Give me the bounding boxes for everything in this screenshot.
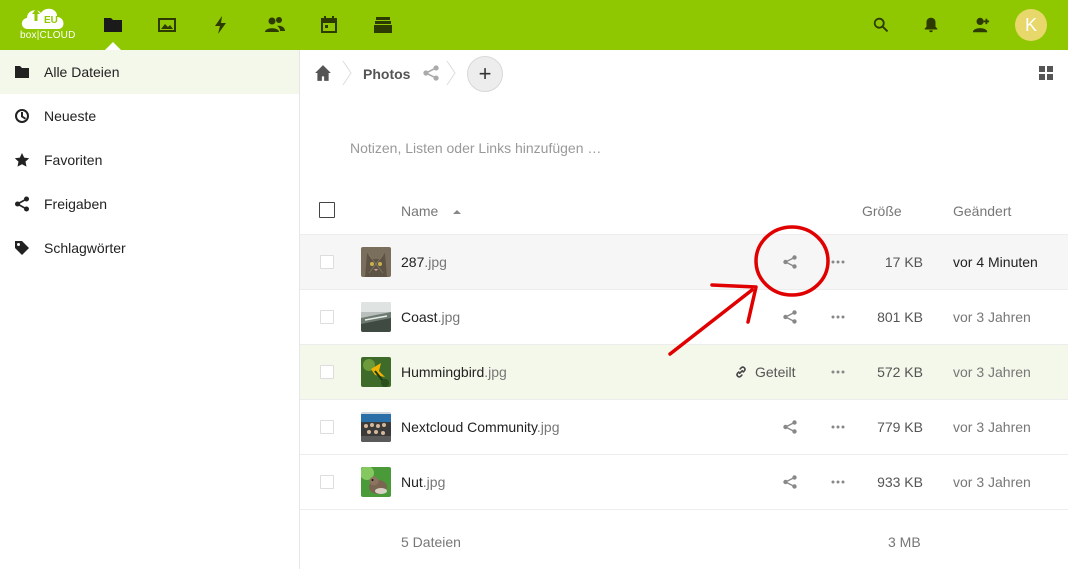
- table-row[interactable]: Coast.jpg 801 KB vor 3 Jahren: [300, 290, 1068, 345]
- tag-icon: [13, 239, 31, 257]
- sidebar-item-label: Favoriten: [44, 152, 103, 168]
- notes-input[interactable]: Notizen, Listen oder Links hinzufügen …: [350, 140, 601, 156]
- user-avatar[interactable]: K: [1015, 9, 1047, 41]
- file-size: 572 KB: [877, 364, 923, 380]
- more-options-icon[interactable]: [830, 419, 846, 435]
- more-options-icon[interactable]: [830, 474, 846, 490]
- share-icon[interactable]: [782, 254, 798, 270]
- app-photos[interactable]: [154, 12, 180, 38]
- sidebar-item-recent[interactable]: Neueste: [0, 94, 299, 138]
- more-options-icon[interactable]: [830, 254, 846, 270]
- more-options-icon[interactable]: [830, 364, 846, 380]
- cloud-logo-icon: EU: [21, 8, 64, 29]
- table-row[interactable]: 287.jpg 17 KB vor 4 Minuten: [300, 235, 1068, 290]
- column-header-name[interactable]: Name: [401, 203, 462, 219]
- home-icon[interactable]: [314, 64, 332, 82]
- column-header-size[interactable]: Größe: [862, 203, 902, 219]
- table-row[interactable]: Hummingbird.jpg Geteilt 572 KB vor 3 Jah…: [300, 345, 1068, 400]
- sort-ascending-icon: [453, 210, 462, 215]
- app-calendar[interactable]: [316, 12, 342, 38]
- file-size: 933 KB: [877, 474, 923, 490]
- sidebar-item-label: Neueste: [44, 108, 97, 124]
- file-name[interactable]: Nut.jpg: [401, 474, 445, 490]
- contacts-menu-button[interactable]: [969, 13, 993, 37]
- table-row[interactable]: Nut.jpg 933 KB vor 3 Jahren: [300, 455, 1068, 510]
- row-checkbox[interactable]: [320, 310, 334, 324]
- shared-status-button[interactable]: Geteilt: [734, 364, 795, 380]
- file-modified: vor 3 Jahren: [953, 309, 1031, 325]
- file-name[interactable]: Hummingbird.jpg: [401, 364, 507, 380]
- contacts-icon: [972, 17, 990, 33]
- clock-icon: [13, 107, 31, 125]
- table-row[interactable]: Nextcloud Community.jpg 779 KB vor 3 Jah…: [300, 400, 1068, 455]
- app-navigation: Alle Dateien Neueste Favoriten Freigaben…: [0, 50, 300, 569]
- share-icon[interactable]: [422, 64, 440, 82]
- sidebar-item-tags[interactable]: Schlagwörter: [0, 226, 299, 270]
- share-icon[interactable]: [782, 309, 798, 325]
- file-thumbnail: [361, 302, 391, 332]
- breadcrumb-separator: [446, 60, 456, 86]
- bell-icon: [924, 17, 938, 33]
- active-app-indicator: [105, 42, 121, 50]
- activity-icon: [215, 16, 226, 34]
- share-icon: [13, 195, 31, 213]
- breadcrumb: Photos +: [300, 50, 1068, 96]
- file-name[interactable]: 287.jpg: [401, 254, 447, 270]
- link-icon: [736, 366, 746, 378]
- grid-view-icon[interactable]: [1038, 65, 1054, 81]
- file-modified: vor 3 Jahren: [953, 364, 1031, 380]
- app-contacts[interactable]: [262, 12, 288, 38]
- sidebar-item-all-files[interactable]: Alle Dateien: [0, 50, 299, 94]
- file-thumbnail: [361, 467, 391, 497]
- row-checkbox[interactable]: [320, 255, 334, 269]
- folder-icon: [104, 18, 122, 32]
- app-files[interactable]: [100, 12, 126, 38]
- sidebar-item-label: Alle Dateien: [44, 64, 120, 80]
- folder-icon: [13, 63, 31, 81]
- share-icon[interactable]: [782, 474, 798, 490]
- deck-icon: [374, 17, 392, 33]
- breadcrumb-current[interactable]: Photos: [363, 66, 410, 82]
- total-size-summary: 3 MB: [888, 534, 921, 550]
- file-modified: vor 3 Jahren: [953, 474, 1031, 490]
- column-header-modified[interactable]: Geändert: [953, 203, 1011, 219]
- search-icon: [873, 17, 889, 33]
- app-header: EU box|CLOUD K: [0, 0, 1068, 50]
- contacts-icon: [265, 17, 285, 32]
- sidebar-item-label: Freigaben: [44, 196, 108, 212]
- calendar-icon: [321, 16, 337, 33]
- boxcloud-logo[interactable]: EU box|CLOUD: [18, 5, 75, 45]
- file-size: 17 KB: [884, 254, 923, 270]
- row-checkbox[interactable]: [320, 365, 334, 379]
- select-all-checkbox[interactable]: [319, 202, 335, 218]
- file-thumbnail: [361, 357, 391, 387]
- logo-text: box|CLOUD: [20, 30, 76, 41]
- file-thumbnail: [361, 412, 391, 442]
- row-checkbox[interactable]: [320, 420, 334, 434]
- new-file-button[interactable]: +: [467, 56, 503, 92]
- notifications-button[interactable]: [919, 13, 943, 37]
- sidebar-item-shares[interactable]: Freigaben: [0, 182, 299, 226]
- file-size: 779 KB: [877, 419, 923, 435]
- sidebar-item-favorites[interactable]: Favoriten: [0, 138, 299, 182]
- share-icon[interactable]: [782, 419, 798, 435]
- sidebar-item-label: Schlagwörter: [44, 240, 126, 256]
- search-button[interactable]: [869, 13, 893, 37]
- file-count-summary: 5 Dateien: [401, 534, 461, 550]
- file-name[interactable]: Coast.jpg: [401, 309, 460, 325]
- logo-badge: EU: [44, 15, 58, 26]
- star-icon: [13, 151, 31, 169]
- breadcrumb-separator: [342, 60, 352, 86]
- app-activity[interactable]: [208, 12, 234, 38]
- file-modified: vor 4 Minuten: [953, 254, 1038, 270]
- more-options-icon[interactable]: [830, 309, 846, 325]
- app-deck[interactable]: [370, 12, 396, 38]
- row-checkbox[interactable]: [320, 475, 334, 489]
- file-size: 801 KB: [877, 309, 923, 325]
- file-name[interactable]: Nextcloud Community.jpg: [401, 419, 559, 435]
- file-thumbnail: [361, 247, 391, 277]
- file-modified: vor 3 Jahren: [953, 419, 1031, 435]
- image-icon: [158, 18, 176, 32]
